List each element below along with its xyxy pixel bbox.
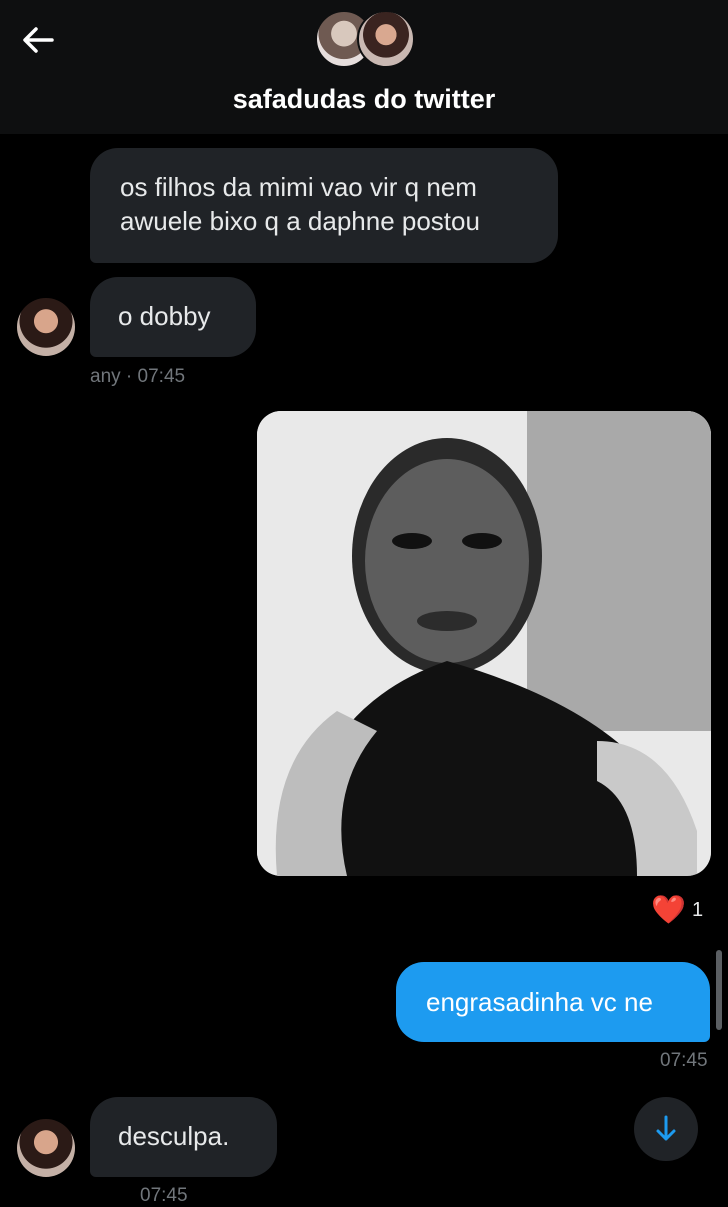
message-bubble[interactable]: os filhos da mimi vao vir q nem awuele b… xyxy=(90,148,558,263)
message-bubble[interactable]: o dobby xyxy=(90,277,256,357)
message-text: os filhos da mimi vao vir q nem awuele b… xyxy=(120,172,480,236)
arrow-down-icon xyxy=(656,1115,676,1141)
message-text: engrasadinha vc ne xyxy=(426,987,653,1017)
group-avatars[interactable] xyxy=(315,10,415,70)
avatar xyxy=(357,10,415,68)
avatar[interactable] xyxy=(17,298,75,356)
conversation-title[interactable]: safadudas do twitter xyxy=(0,84,728,115)
message-time: 07:45 xyxy=(660,1050,708,1071)
sender-name: any xyxy=(90,366,121,387)
message-time: 07:45 xyxy=(140,1185,188,1206)
message-bubble[interactable]: engrasadinha vc ne xyxy=(396,962,710,1042)
message-text: desculpa. xyxy=(118,1121,230,1151)
scroll-to-bottom-button[interactable] xyxy=(634,1097,698,1161)
message-time: 07:45 xyxy=(137,366,186,387)
meta-separator: · xyxy=(125,366,138,387)
arrow-left-icon[interactable] xyxy=(18,22,58,58)
photo-content xyxy=(257,411,711,876)
message-bubble[interactable]: desculpa. xyxy=(90,1097,277,1177)
message-meta: any · 07:45 xyxy=(90,366,185,388)
message-text: o dobby xyxy=(118,301,211,331)
shared-image[interactable] xyxy=(257,411,711,876)
avatar[interactable] xyxy=(17,1119,75,1177)
heart-reaction-icon[interactable]: ❤️ xyxy=(651,893,686,926)
scrollbar[interactable] xyxy=(716,950,722,1030)
conversation-header: safadudas do twitter xyxy=(0,0,728,134)
reaction-count: 1 xyxy=(692,899,704,921)
